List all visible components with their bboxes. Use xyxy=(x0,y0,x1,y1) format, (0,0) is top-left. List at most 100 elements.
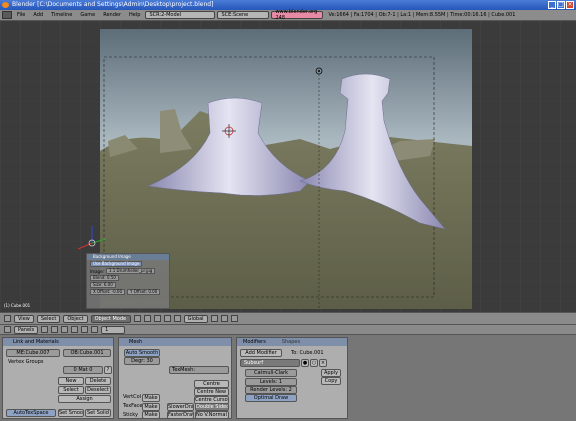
add-modifier-button[interactable]: Add Modifier xyxy=(240,349,282,357)
pivot-icon[interactable] xyxy=(143,315,151,322)
mode-selector[interactable]: Object Mode xyxy=(90,314,131,323)
modifier-target-label: To: Cube.001 xyxy=(291,350,324,356)
material-delete-button[interactable]: Delete xyxy=(85,377,111,385)
draw-type-icon[interactable] xyxy=(133,315,141,322)
background-image-panel: Background Image Use Background Image Im… xyxy=(86,253,170,309)
menu-help[interactable]: Help xyxy=(126,11,143,20)
sticky-make-button[interactable]: Make xyxy=(142,411,160,419)
scene-context-icon[interactable] xyxy=(91,326,99,333)
modifier-close-icon[interactable]: × xyxy=(319,359,327,367)
set-smooth-button[interactable]: Set Smooth xyxy=(58,409,84,417)
editing-context-icon[interactable] xyxy=(81,326,89,333)
centre-button[interactable]: Centre xyxy=(194,380,229,388)
faster-draw-button[interactable]: FasterDraw xyxy=(167,411,194,419)
close-icon[interactable]: × xyxy=(566,1,574,9)
3d-viewport[interactable]: Background Image Use Background Image Im… xyxy=(0,21,576,312)
menu-timeline[interactable]: Timeline xyxy=(48,11,75,20)
buttons-editor-icon[interactable] xyxy=(4,326,11,333)
texface-make-button[interactable]: Make xyxy=(142,403,160,411)
material-index-field[interactable]: 0 Mat 0 xyxy=(63,366,103,374)
modifier-render-icon[interactable]: ○ xyxy=(310,359,318,367)
material-select-button[interactable]: Select xyxy=(58,386,84,394)
optimal-draw-toggle[interactable]: Optimal Draw xyxy=(245,394,297,402)
blend-slider[interactable]: Blend: 0.50 xyxy=(90,275,119,281)
screen-name: SCR:2-Model xyxy=(149,12,182,18)
menu-render[interactable]: Render xyxy=(100,11,124,20)
link-materials-panel: Link and Materials ME:Cube.007 OB:Cube.0… xyxy=(2,337,114,419)
mesh-datablock-field[interactable]: ME:Cube.007 xyxy=(6,349,60,357)
minimize-icon[interactable]: _ xyxy=(548,1,556,9)
scene-selector[interactable]: SCE:Scene xyxy=(217,11,270,19)
bg-panel-header[interactable]: Background Image xyxy=(87,254,169,260)
tab-modifiers[interactable]: Modifiers xyxy=(243,338,266,346)
window-title: Blender [C:\Documents and Settings\Admin… xyxy=(12,1,214,8)
subdivision-type-select[interactable]: Catmull-Clark xyxy=(245,369,297,377)
panels-menu[interactable]: Panels xyxy=(14,325,39,334)
size-field[interactable]: Size: 6.00 xyxy=(90,282,116,288)
x-offset-field[interactable]: X Offset: -0.00 xyxy=(90,289,125,295)
link-panel-header[interactable]: Link and Materials xyxy=(3,338,113,346)
buttons-area: Link and Materials ME:Cube.007 OB:Cube.0… xyxy=(0,335,576,421)
logic-context-icon[interactable] xyxy=(41,326,49,333)
layer-icon[interactable] xyxy=(210,315,218,322)
autotexspace-toggle[interactable]: AutoTexSpace xyxy=(6,409,56,417)
rotate-icon[interactable] xyxy=(173,315,181,322)
object-menu[interactable]: Object xyxy=(63,314,88,323)
double-sided-toggle[interactable]: Double Sided xyxy=(195,403,229,411)
scene-name: SCE:Scene xyxy=(221,12,249,18)
mesh-panel-header[interactable]: Mesh xyxy=(119,338,231,346)
lock-icon[interactable] xyxy=(220,315,228,322)
auto-smooth-toggle[interactable]: Auto Smooth xyxy=(124,349,160,357)
material-new-button[interactable]: New xyxy=(58,377,84,385)
render-icon[interactable] xyxy=(230,315,238,322)
object-datablock-field[interactable]: OB:Cube.001 xyxy=(63,349,111,357)
maximize-icon[interactable]: □ xyxy=(557,1,565,9)
render-levels-field[interactable]: Render Levels: 2 xyxy=(245,386,297,394)
material-help-button[interactable]: ? xyxy=(104,366,112,374)
set-solid-button[interactable]: Set Solid xyxy=(85,409,111,417)
material-deselect-button[interactable]: Deselect xyxy=(85,386,111,394)
object-context-icon[interactable] xyxy=(71,326,79,333)
manipulator-icon[interactable] xyxy=(153,315,161,322)
use-background-button[interactable]: Use Background Image xyxy=(90,261,143,267)
select-menu[interactable]: Select xyxy=(36,314,61,323)
orientation-selector[interactable]: Global xyxy=(183,314,208,323)
texmesh-field[interactable]: TexMesh: xyxy=(169,366,229,374)
mesh-panel: Mesh Auto Smooth Degr: 30 TexMesh: Centr… xyxy=(118,337,232,419)
blender-logo-icon xyxy=(2,2,9,8)
menu-file[interactable]: File xyxy=(14,11,28,20)
vertcol-make-button[interactable]: Make xyxy=(142,394,160,402)
view-menu[interactable]: View xyxy=(14,314,34,323)
menu-add[interactable]: Add xyxy=(30,11,46,20)
modifiers-tab-bar: Modifiers Shapes xyxy=(237,338,347,346)
editor-type-icon[interactable] xyxy=(4,315,11,322)
modifier-visibility-icon[interactable]: ● xyxy=(301,359,309,367)
info-header: File Add Timeline Game Render Help SCR:2… xyxy=(0,9,576,21)
3d-view-header: View Select Object Object Mode Global xyxy=(0,312,576,325)
blender-url-link[interactable]: www.blender.org 248 xyxy=(271,9,324,21)
active-object-label: (1) Cube.001 xyxy=(4,303,31,308)
frame-field[interactable]: 1 xyxy=(101,325,126,334)
image-file-field[interactable]: 1.1 Drumheller_pr.jpg xyxy=(105,268,156,274)
slower-draw-button[interactable]: SlowerDraw xyxy=(167,403,194,411)
tab-shapes[interactable]: Shapes xyxy=(282,338,300,346)
screen-selector[interactable]: SCR:2-Model xyxy=(145,11,216,19)
vertcol-label: VertCol xyxy=(123,394,142,400)
image-label: Image: xyxy=(90,268,104,274)
translate-icon[interactable] xyxy=(163,315,171,322)
material-assign-button[interactable]: Assign xyxy=(58,395,111,403)
vertex-groups-label: Vertex Groups xyxy=(8,359,44,365)
script-context-icon[interactable] xyxy=(51,326,59,333)
menu-game[interactable]: Game xyxy=(77,11,98,20)
no-vnormal-flip-toggle[interactable]: No V.Normal Flip xyxy=(195,411,229,419)
sticky-label: Sticky xyxy=(123,412,138,418)
apply-button[interactable]: Apply xyxy=(321,369,341,377)
degr-field[interactable]: Degr: 30 xyxy=(124,357,160,365)
window-type-icon[interactable] xyxy=(2,11,12,19)
y-offset-field[interactable]: Y Offset: 0.00 xyxy=(127,289,161,295)
modifier-name-field[interactable]: Subsurf xyxy=(240,359,300,367)
copy-button[interactable]: Copy xyxy=(321,377,341,385)
levels-field[interactable]: Levels: 1 xyxy=(245,378,297,386)
shading-context-icon[interactable] xyxy=(61,326,69,333)
centre-new-button[interactable]: Centre New xyxy=(194,388,229,396)
